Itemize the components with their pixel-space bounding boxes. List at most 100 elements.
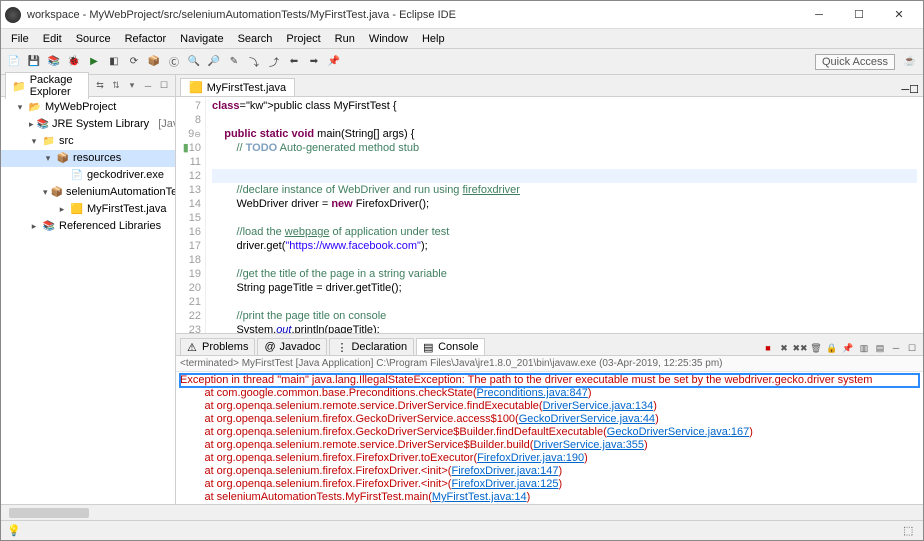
tree-jre[interactable]: ▸📚JRE System Library [JavaSE-1.8] (1, 116, 175, 133)
new-class-icon[interactable]: Ⓒ (165, 53, 183, 71)
remove-all-icon[interactable]: ✖✖ (793, 341, 807, 355)
javadoc-icon: @ (264, 341, 276, 353)
package-explorer-view: 📁 Package Explorer ⇆ ⇅ ▾ ─ ☐ ▾📂MyWebProj… (1, 75, 176, 504)
scroll-lock-icon[interactable]: 🔒 (825, 341, 839, 355)
perspective-java-icon[interactable]: ☕ (901, 53, 919, 71)
maximize-button[interactable]: ☐ (839, 1, 879, 29)
menu-window[interactable]: Window (363, 32, 414, 46)
tab-javadoc[interactable]: @Javadoc (257, 338, 327, 355)
tree-geckodriver[interactable]: 📄geckodriver.exe (1, 167, 175, 184)
open-console-icon[interactable]: ▤ (873, 341, 887, 355)
tree-reflib[interactable]: ▸📚Referenced Libraries (1, 218, 175, 235)
eclipse-icon (5, 7, 21, 23)
editor-tab-label: MyFirstTest.java (207, 82, 286, 94)
save-all-icon[interactable]: 📚 (45, 53, 63, 71)
toolbar: 📄 💾 📚 🐞 ▶ ◧ ⟳ 📦 Ⓒ 🔍 🔎 ✎ ⤵ ⤴ ⬅ ➡ 📌 Quick … (1, 49, 923, 75)
console-stack-line[interactable]: at org.openqa.selenium.remote.service.Dr… (180, 400, 919, 413)
tree-testfile[interactable]: ▸🟨MyFirstTest.java (1, 201, 175, 218)
menu-refactor[interactable]: Refactor (119, 32, 173, 46)
menu-run[interactable]: Run (329, 32, 361, 46)
java-file-icon: 🟨 (70, 203, 84, 217)
package-explorer-title: Package Explorer (30, 74, 82, 98)
maximize-view-icon[interactable]: ☐ (157, 79, 171, 93)
terminate-icon[interactable]: ■ (761, 341, 775, 355)
editor-min-icon[interactable]: ─ (901, 84, 909, 96)
console-stack-line[interactable]: at seleniumAutomationTests.MyFirstTest.m… (180, 491, 919, 504)
pin-icon[interactable]: 📌 (325, 53, 343, 71)
package-explorer-header: 📁 Package Explorer ⇆ ⇅ ▾ ─ ☐ (1, 75, 175, 97)
titlebar: workspace - MyWebProject/src/seleniumAut… (1, 1, 923, 29)
console-launch-header: <terminated> MyFirstTest [Java Applicati… (176, 356, 923, 372)
display-selected-icon[interactable]: ▥ (857, 341, 871, 355)
menu-edit[interactable]: Edit (37, 32, 68, 46)
code-area[interactable]: class="kw">public class MyFirstTest { pu… (206, 97, 923, 333)
source-folder-icon: 📁 (42, 135, 56, 149)
bottom-view: ⚠Problems @Javadoc ⋮Declaration ▤Console… (176, 334, 923, 504)
pin-console-icon[interactable]: 📌 (841, 341, 855, 355)
console-toolbar: ■ ✖ ✖✖ 🗑 🔒 📌 ▥ ▤ ─ ☐ (761, 341, 919, 355)
console-stack-line[interactable]: at org.openqa.selenium.firefox.FirefoxDr… (180, 465, 919, 478)
package-folder-icon: 📦 (51, 186, 63, 200)
coverage-icon[interactable]: ◧ (105, 53, 123, 71)
package-explorer-tab[interactable]: 📁 Package Explorer (5, 72, 89, 99)
clear-console-icon[interactable]: 🗑 (809, 341, 823, 355)
minimize-button[interactable]: ─ (799, 1, 839, 29)
editor-tabs: 🟨 MyFirstTest.java ─ ☐ (176, 75, 923, 97)
forward-icon[interactable]: ➡ (305, 53, 323, 71)
tree-src[interactable]: ▾📁src (1, 133, 175, 150)
editor-max-icon[interactable]: ☐ (909, 83, 919, 96)
run-icon[interactable]: ▶ (85, 53, 103, 71)
editor-body[interactable]: 789⊖▮10111213141516171819202122232425262… (176, 97, 923, 333)
tab-console[interactable]: ▤Console (416, 338, 485, 355)
window-controls: ─ ☐ ✕ (799, 1, 919, 29)
open-type-icon[interactable]: 🔍 (185, 53, 203, 71)
run-last-icon[interactable]: ⟳ (125, 53, 143, 71)
menu-search[interactable]: Search (232, 32, 279, 46)
tree-testpkg[interactable]: ▾📦seleniumAutomationTests (1, 184, 175, 201)
search-icon[interactable]: 🔎 (205, 53, 223, 71)
package-folder-icon: 📦 (56, 152, 70, 166)
close-button[interactable]: ✕ (879, 1, 919, 29)
save-icon[interactable]: 💾 (25, 53, 43, 71)
menu-source[interactable]: Source (70, 32, 117, 46)
console-output[interactable]: Exception in thread "main" java.lang.Ill… (176, 372, 923, 504)
menu-file[interactable]: File (5, 32, 35, 46)
menu-project[interactable]: Project (280, 32, 326, 46)
view-menu-icon[interactable]: ▾ (125, 79, 139, 93)
package-icon: 📁 (12, 80, 26, 93)
console-stack-line[interactable]: at org.openqa.selenium.firefox.FirefoxDr… (180, 452, 919, 465)
menu-help[interactable]: Help (416, 32, 451, 46)
console-min-icon[interactable]: ─ (889, 341, 903, 355)
editor-area: 🟨 MyFirstTest.java ─ ☐ 789⊖▮101112131415… (176, 75, 923, 334)
collapse-all-icon[interactable]: ⇆ (93, 79, 107, 93)
editor-tab-myfirsttest[interactable]: 🟨 MyFirstTest.java (180, 78, 295, 96)
project-tree[interactable]: ▾📂MyWebProject ▸📚JRE System Library [Jav… (1, 97, 175, 504)
toggle-mark-icon[interactable]: ✎ (225, 53, 243, 71)
console-stack-line[interactable]: at org.openqa.selenium.firefox.GeckoDriv… (180, 413, 919, 426)
menu-navigate[interactable]: Navigate (174, 32, 229, 46)
workbench: 📁 Package Explorer ⇆ ⇅ ▾ ─ ☐ ▾📂MyWebProj… (1, 75, 923, 504)
console-stack-line[interactable]: at org.openqa.selenium.remote.service.Dr… (180, 439, 919, 452)
editor-panel: 🟨 MyFirstTest.java ─ ☐ 789⊖▮101112131415… (176, 75, 923, 504)
tab-problems[interactable]: ⚠Problems (180, 338, 255, 355)
tree-resources[interactable]: ▾📦resources (1, 150, 175, 167)
quick-access[interactable]: Quick Access (815, 54, 895, 70)
new-icon[interactable]: 📄 (5, 53, 23, 71)
line-gutter: 789⊖▮10111213141516171819202122232425262… (176, 97, 206, 333)
debug-icon[interactable]: 🐞 (65, 53, 83, 71)
console-stack-line[interactable]: at org.openqa.selenium.firefox.FirefoxDr… (180, 478, 919, 491)
remove-launch-icon[interactable]: ✖ (777, 341, 791, 355)
horizontal-scrollbar[interactable] (1, 504, 923, 520)
new-package-icon[interactable]: 📦 (145, 53, 163, 71)
minimize-view-icon[interactable]: ─ (141, 79, 155, 93)
next-annotation-icon[interactable]: ⤵ (245, 53, 263, 71)
link-editor-icon[interactable]: ⇅ (109, 79, 123, 93)
back-icon[interactable]: ⬅ (285, 53, 303, 71)
console-max-icon[interactable]: ☐ (905, 341, 919, 355)
console-stack-line[interactable]: at org.openqa.selenium.firefox.GeckoDriv… (180, 426, 919, 439)
status-progress-icon: ⬚ (903, 524, 917, 538)
prev-annotation-icon[interactable]: ⤴ (265, 53, 283, 71)
console-stack-line[interactable]: at com.google.common.base.Preconditions.… (180, 387, 919, 400)
tab-declaration[interactable]: ⋮Declaration (329, 338, 414, 355)
tree-project[interactable]: ▾📂MyWebProject (1, 99, 175, 116)
